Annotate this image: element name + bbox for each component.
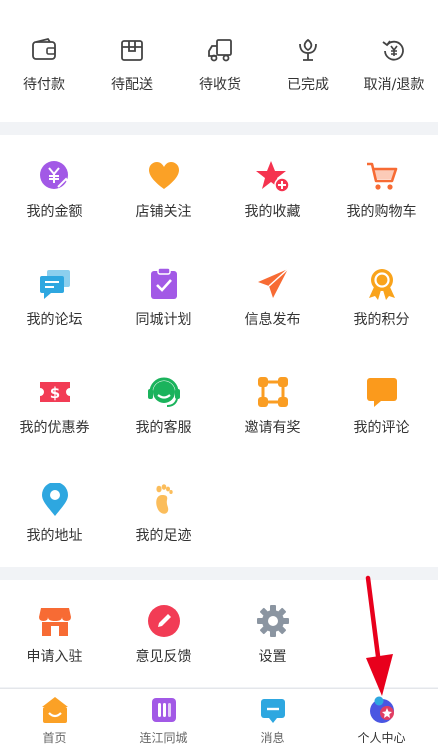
svg-text:$: $ — [49, 384, 59, 402]
refund-icon — [380, 36, 408, 64]
my-points[interactable]: 我的积分 — [327, 267, 436, 347]
my-footprints[interactable]: 我的足迹 — [109, 483, 218, 563]
my-coupons[interactable]: $ 我的优惠券 — [0, 375, 109, 455]
feedback[interactable]: 意见反馈 — [109, 604, 218, 684]
order-cancel-refund-label: 取消/退款 — [363, 77, 425, 93]
yuan-coin-icon — [38, 159, 72, 193]
tab-lianjiang-city[interactable]: 连江同城 — [109, 689, 218, 747]
my-favorites-label: 我的收藏 — [244, 204, 301, 220]
order-pending-payment-label: 待付款 — [23, 77, 65, 93]
order-pending-delivery-label: 待配送 — [111, 77, 153, 93]
bottom-tab-bar: 首页 连江同城 消息 个人中心 — [0, 688, 438, 751]
heart-icon — [147, 159, 181, 193]
info-publish-label: 信息发布 — [244, 312, 301, 328]
tab-profile-center[interactable]: 个人中心 — [327, 689, 436, 747]
tab-home-label: 首页 — [42, 731, 67, 745]
flower-icon — [294, 36, 322, 64]
my-footprints-label: 我的足迹 — [135, 528, 192, 544]
info-publish[interactable]: 信息发布 — [218, 267, 327, 347]
settings-label: 设置 — [258, 649, 287, 665]
my-balance-label: 我的金额 — [26, 204, 83, 220]
settings[interactable]: 设置 — [218, 604, 327, 684]
pencil-icon — [147, 604, 181, 638]
my-address-label: 我的地址 — [26, 528, 83, 544]
medal-icon — [365, 267, 399, 301]
feedback-label: 意见反馈 — [135, 649, 192, 665]
store-follow[interactable]: 店铺关注 — [109, 159, 218, 239]
tab-profile-center-label: 个人中心 — [357, 731, 406, 745]
tab-messages[interactable]: 消息 — [218, 689, 327, 747]
location-pin-icon — [38, 482, 72, 517]
my-forum-label: 我的论坛 — [26, 312, 83, 328]
invite-reward-label: 邀请有奖 — [244, 420, 301, 436]
my-balance[interactable]: 我的金额 — [0, 159, 109, 239]
order-cancel-refund[interactable]: 取消/退款 — [350, 36, 438, 116]
order-status-panel: 待付款 待配送 待收货 已完成 取消/退款 — [0, 0, 438, 122]
package-icon — [118, 36, 146, 64]
my-favorites[interactable]: 我的收藏 — [218, 159, 327, 239]
my-points-label: 我的积分 — [353, 312, 410, 328]
order-pending-receipt-label: 待收货 — [199, 77, 241, 93]
my-address[interactable]: 我的地址 — [0, 482, 109, 563]
profile-icon — [367, 695, 397, 725]
star-add-icon — [255, 159, 290, 193]
network-icon — [256, 375, 290, 409]
my-cart[interactable]: 我的购物车 — [327, 159, 436, 239]
apply-merchant[interactable]: 申请入驻 — [0, 604, 109, 684]
tab-home[interactable]: 首页 — [0, 689, 109, 747]
order-pending-payment[interactable]: 待付款 — [0, 36, 88, 116]
service-grid: 我的金额 店铺关注 我的收藏 我的购物车 我的论坛 同城计划 信息发布 我的积分… — [0, 135, 438, 567]
order-completed-label: 已完成 — [287, 77, 329, 93]
shopping-cart-icon — [365, 159, 399, 193]
my-cart-label: 我的购物车 — [346, 204, 417, 220]
clipboard-check-icon — [147, 267, 181, 301]
footprint-icon — [147, 483, 181, 517]
headset-icon — [147, 375, 181, 409]
my-coupons-label: 我的优惠券 — [19, 420, 90, 436]
my-forum[interactable]: 我的论坛 — [0, 267, 109, 347]
city-plan-label: 同城计划 — [135, 312, 192, 328]
tab-messages-label: 消息 — [260, 731, 285, 745]
order-pending-delivery[interactable]: 待配送 — [88, 36, 176, 116]
paper-plane-icon — [256, 267, 290, 301]
delivery-truck-icon — [206, 36, 234, 64]
apply-merchant-label: 申请入驻 — [26, 649, 83, 665]
store-follow-label: 店铺关注 — [135, 204, 192, 220]
storefront-icon — [38, 604, 72, 638]
my-comments[interactable]: 我的评论 — [327, 375, 436, 455]
wallet-icon — [30, 36, 58, 64]
invite-reward[interactable]: 邀请有奖 — [218, 375, 327, 455]
settings-panel: 申请入驻 意见反馈 设置 — [0, 580, 438, 687]
comment-icon — [365, 375, 399, 409]
message-icon — [258, 695, 288, 725]
order-completed[interactable]: 已完成 — [264, 36, 352, 116]
city-icon — [149, 695, 179, 725]
gear-icon — [256, 604, 290, 638]
order-pending-receipt[interactable]: 待收货 — [176, 36, 264, 116]
tab-lianjiang-city-label: 连江同城 — [139, 731, 188, 745]
my-customer-service[interactable]: 我的客服 — [109, 375, 218, 455]
coupon-icon: $ — [38, 375, 72, 409]
city-plan[interactable]: 同城计划 — [109, 267, 218, 347]
my-customer-service-label: 我的客服 — [135, 420, 192, 436]
my-comments-label: 我的评论 — [353, 420, 410, 436]
home-icon — [40, 695, 70, 725]
chat-bubbles-icon — [38, 267, 72, 301]
